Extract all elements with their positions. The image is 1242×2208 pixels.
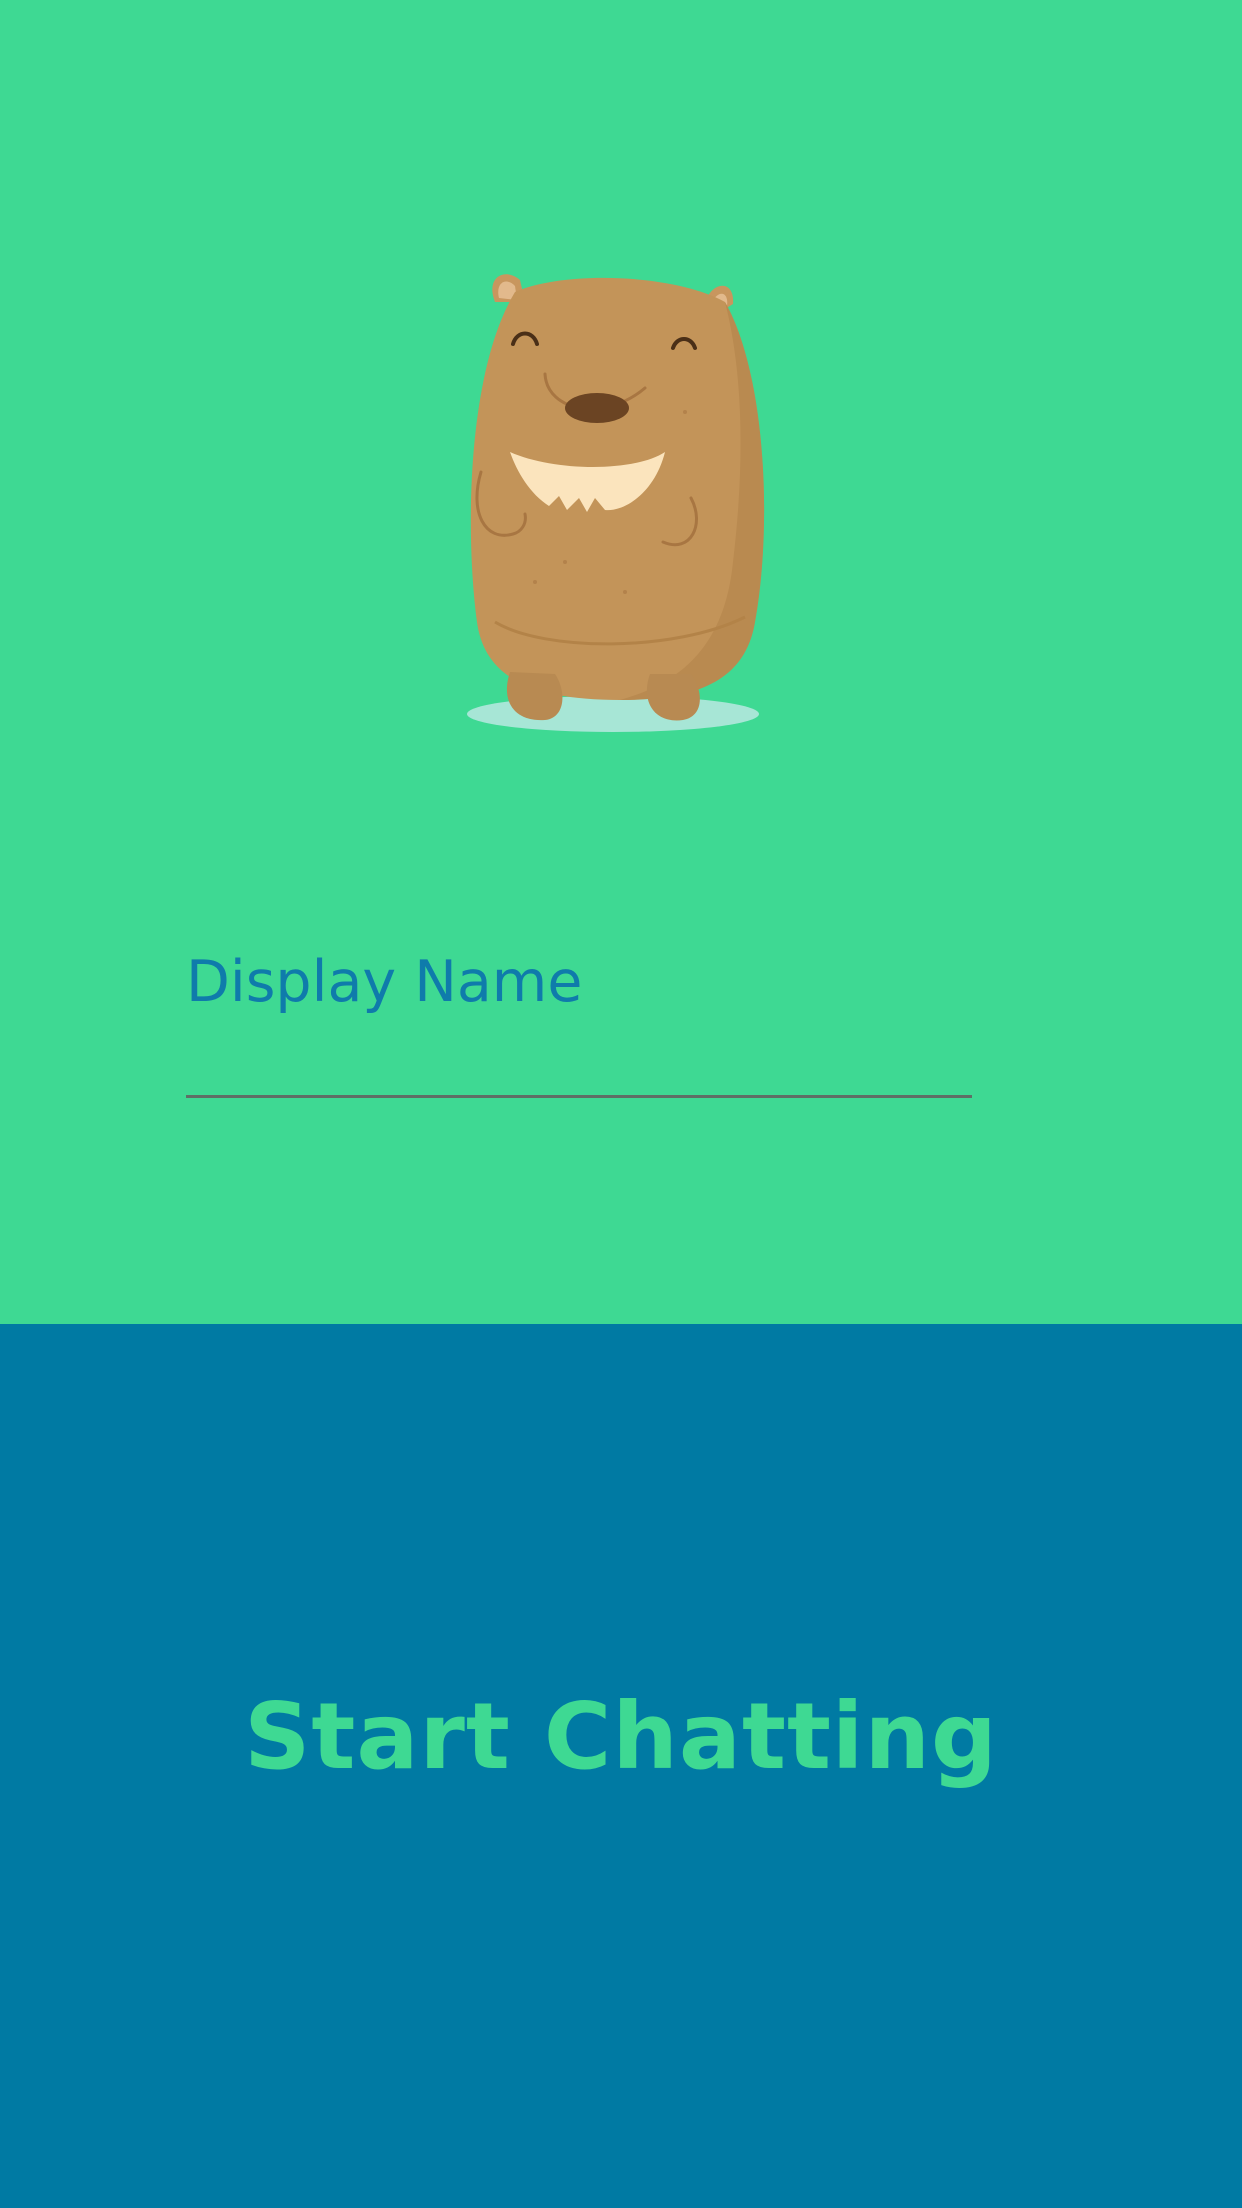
login-screen: Display Name Start Chatting [0, 0, 1242, 2208]
wombat-mascot-icon [455, 262, 795, 742]
start-chatting-button[interactable]: Start Chatting [0, 1324, 1242, 2208]
display-name-field: Display Name [186, 940, 972, 1100]
input-underline [186, 1095, 972, 1098]
start-chatting-label: Start Chatting [244, 1682, 998, 1790]
display-name-input[interactable] [186, 1040, 972, 1100]
display-name-label: Display Name [186, 949, 583, 1015]
login-form-panel: Display Name [0, 0, 1242, 1324]
